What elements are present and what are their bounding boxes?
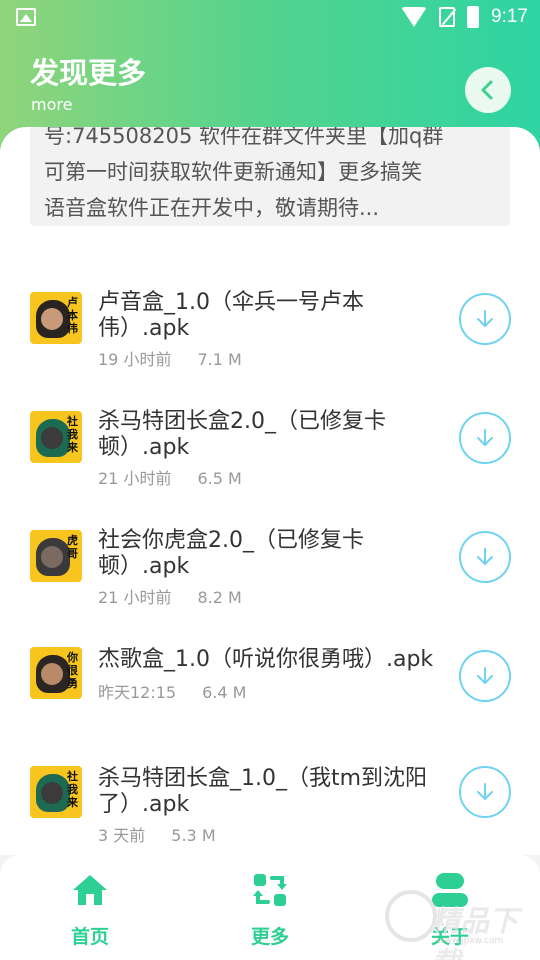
back-button[interactable] bbox=[465, 67, 511, 113]
file-list-item[interactable]: 社我来 杀马特团长盒2.0_（已修复卡 顿）.apk 21 小时前 6.5 M bbox=[0, 391, 540, 491]
notice-line: 号:745508205 软件在群文件夹里【加q群 bbox=[44, 127, 444, 148]
battery-icon bbox=[467, 6, 480, 28]
tab-home[interactable]: 首页 bbox=[40, 872, 140, 952]
app-thumbnail: 虎哥 bbox=[30, 530, 82, 582]
file-size: 6.5 M bbox=[197, 469, 242, 488]
file-meta: 3 天前 5.3 M bbox=[98, 822, 242, 846]
watermark: 精品下载 www.jpxw.com bbox=[385, 880, 540, 960]
wifi-icon bbox=[401, 7, 428, 27]
download-button[interactable] bbox=[459, 293, 511, 345]
app-thumbnail: 社我来 bbox=[30, 766, 82, 818]
tab-more[interactable]: 更多 bbox=[220, 872, 320, 952]
file-meta: 21 小时前 8.2 M bbox=[98, 584, 268, 608]
home-icon bbox=[73, 875, 107, 905]
gallery-notification-icon bbox=[16, 8, 36, 26]
download-arrow-icon bbox=[477, 310, 493, 327]
file-name: 社会你虎盒2.0_（已修复卡 顿）.apk bbox=[98, 528, 364, 579]
refresh-swap-icon bbox=[253, 874, 287, 906]
file-name: 卢音盒_1.0（伞兵一号卢本 伟）.apk bbox=[98, 290, 364, 341]
download-arrow-icon bbox=[477, 783, 493, 800]
download-button[interactable] bbox=[459, 412, 511, 464]
file-meta: 昨天12:15 6.4 M bbox=[98, 679, 272, 703]
download-button[interactable] bbox=[459, 531, 511, 583]
status-bar: 9:17 bbox=[0, 0, 540, 36]
file-list-item[interactable]: 卢本伟 卢音盒_1.0（伞兵一号卢本 伟）.apk 19 小时前 7.1 M bbox=[0, 272, 540, 372]
file-time: 19 小时前 bbox=[98, 350, 172, 369]
watermark-text: 精品下载 bbox=[431, 904, 519, 960]
no-sim-icon bbox=[439, 7, 456, 27]
notice-line: 语音盒软件正在开发中，敬请期待... bbox=[44, 196, 380, 220]
file-list-item[interactable]: 社我来 杀马特团长盒_1.0_（我tm到沈阳 了）.apk 3 天前 5.3 M bbox=[0, 748, 540, 848]
file-name: 杀马特团长盒_1.0_（我tm到沈阳 了）.apk bbox=[98, 766, 428, 817]
file-size: 5.3 M bbox=[171, 826, 216, 845]
download-arrow-icon bbox=[477, 548, 493, 565]
file-size: 6.4 M bbox=[202, 683, 247, 702]
file-size: 8.2 M bbox=[197, 588, 242, 607]
content-card: 号:745508205 软件在群文件夹里【加q群 可第一时间获取软件更新通知】更… bbox=[0, 127, 540, 855]
file-size: 7.1 M bbox=[197, 350, 242, 369]
file-list-item[interactable]: 你很勇 杰歌盒_1.0（听说你很勇哦）.apk 昨天12:15 6.4 M bbox=[0, 629, 540, 729]
download-arrow-icon bbox=[477, 667, 493, 684]
file-time: 21 小时前 bbox=[98, 588, 172, 607]
chevron-left-icon bbox=[481, 80, 493, 100]
app-thumbnail: 卢本伟 bbox=[30, 292, 82, 344]
file-name: 杰歌盒_1.0（听说你很勇哦）.apk bbox=[98, 647, 434, 672]
watermark-url: www.jpxw.com bbox=[437, 936, 504, 946]
tab-label: 首页 bbox=[70, 926, 109, 948]
notice-box: 号:745508205 软件在群文件夹里【加q群 可第一时间获取软件更新通知】更… bbox=[30, 127, 510, 226]
clock: 9:17 bbox=[491, 6, 528, 27]
download-button[interactable] bbox=[459, 650, 511, 702]
file-time: 3 天前 bbox=[98, 826, 146, 845]
tab-label: 更多 bbox=[250, 926, 289, 948]
file-list-item[interactable]: 虎哥 社会你虎盒2.0_（已修复卡 顿）.apk 21 小时前 8.2 M bbox=[0, 510, 540, 610]
app-thumbnail: 你很勇 bbox=[30, 647, 82, 699]
page-subtitle: more bbox=[31, 95, 73, 114]
file-time: 21 小时前 bbox=[98, 469, 172, 488]
file-name: 杀马特团长盒2.0_（已修复卡 顿）.apk bbox=[98, 409, 386, 460]
file-meta: 19 小时前 7.1 M bbox=[98, 346, 268, 370]
notice-line: 可第一时间获取软件更新通知】更多搞笑 bbox=[44, 160, 422, 184]
download-arrow-icon bbox=[477, 429, 493, 446]
app-thumbnail: 社我来 bbox=[30, 411, 82, 463]
page-title: 发现更多 bbox=[30, 56, 147, 90]
download-button[interactable] bbox=[459, 766, 511, 818]
file-meta: 21 小时前 6.5 M bbox=[98, 465, 268, 489]
file-time: 昨天12:15 bbox=[98, 683, 177, 702]
watermark-logo-icon bbox=[385, 890, 437, 942]
